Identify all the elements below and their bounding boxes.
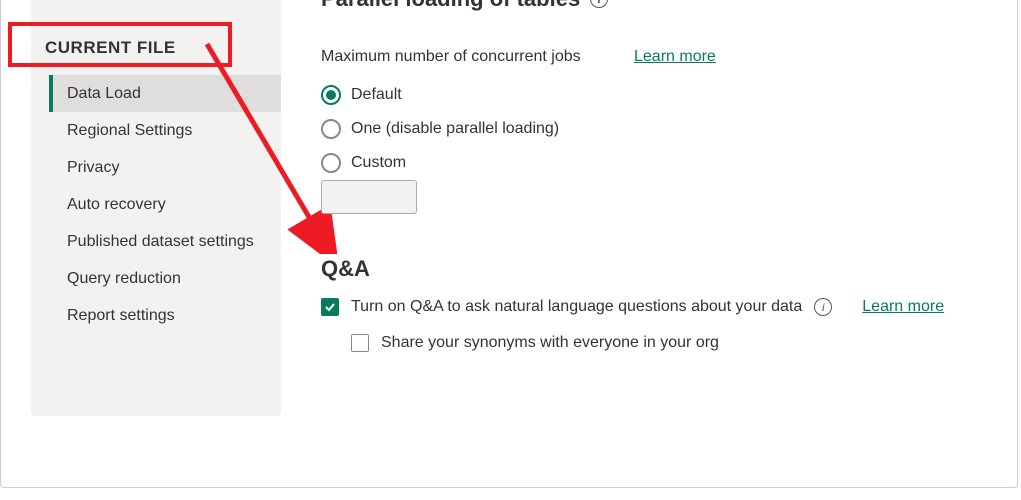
radio-group-parallel: Default One (disable parallel loading) C… — [321, 78, 559, 180]
link-learn-more-parallel[interactable]: Learn more — [634, 48, 716, 66]
sidebar-header-current-file: CURRENT FILE — [45, 38, 176, 58]
checkbox-share-synonyms[interactable] — [351, 334, 369, 352]
checkbox-label: Turn on Q&A to ask natural language ques… — [351, 298, 802, 316]
sidebar-item-query-reduction[interactable]: Query reduction — [49, 260, 281, 297]
section-heading-parallel-loading: Parallel loading of tables i — [321, 0, 608, 12]
radio-option-one[interactable]: One (disable parallel loading) — [321, 112, 559, 146]
sidebar-item-privacy[interactable]: Privacy — [49, 149, 281, 186]
check-icon — [324, 301, 336, 313]
radio-option-default[interactable]: Default — [321, 78, 559, 112]
options-pane: CURRENT FILE Data Load Regional Settings… — [0, 0, 1018, 488]
sidebar-nav: Data Load Regional Settings Privacy Auto… — [49, 75, 281, 334]
sidebar-item-data-load[interactable]: Data Load — [49, 75, 281, 112]
sidebar-item-label: Query reduction — [67, 270, 181, 288]
radio-icon — [321, 153, 341, 173]
radio-label: One (disable parallel loading) — [351, 120, 559, 138]
sidebar-item-label: Privacy — [67, 159, 119, 177]
radio-label: Custom — [351, 154, 406, 172]
row-turn-on-qa: Turn on Q&A to ask natural language ques… — [321, 298, 944, 316]
section-heading-text: Parallel loading of tables — [321, 0, 580, 12]
radio-label: Default — [351, 86, 402, 104]
info-icon[interactable]: i — [590, 0, 608, 8]
checkbox-label: Share your synonyms with everyone in you… — [381, 334, 719, 352]
options-sidebar: CURRENT FILE Data Load Regional Settings… — [31, 0, 281, 416]
sidebar-item-label: Regional Settings — [67, 122, 192, 140]
sidebar-item-regional-settings[interactable]: Regional Settings — [49, 112, 281, 149]
link-learn-more-qa[interactable]: Learn more — [862, 298, 944, 316]
sidebar-item-auto-recovery[interactable]: Auto recovery — [49, 186, 281, 223]
main-content: Parallel loading of tables i Maximum num… — [321, 0, 1021, 487]
sidebar-item-label: Published dataset settings — [67, 233, 254, 251]
label-max-concurrent-jobs: Maximum number of concurrent jobs — [321, 48, 581, 66]
checkbox-turn-on-qa[interactable] — [321, 298, 339, 316]
info-icon[interactable]: i — [814, 298, 832, 316]
radio-option-custom[interactable]: Custom — [321, 146, 559, 180]
sidebar-item-label: Data Load — [67, 85, 141, 103]
sidebar-item-report-settings[interactable]: Report settings — [49, 297, 281, 334]
input-custom-jobs[interactable] — [321, 180, 417, 214]
radio-icon — [321, 85, 341, 105]
sidebar-item-label: Auto recovery — [67, 196, 166, 214]
radio-icon — [321, 119, 341, 139]
section-heading-qa: Q&A — [321, 256, 370, 282]
sidebar-item-published-dataset-settings[interactable]: Published dataset settings — [49, 223, 281, 260]
sidebar-item-label: Report settings — [67, 307, 175, 325]
row-share-synonyms: Share your synonyms with everyone in you… — [351, 334, 719, 352]
